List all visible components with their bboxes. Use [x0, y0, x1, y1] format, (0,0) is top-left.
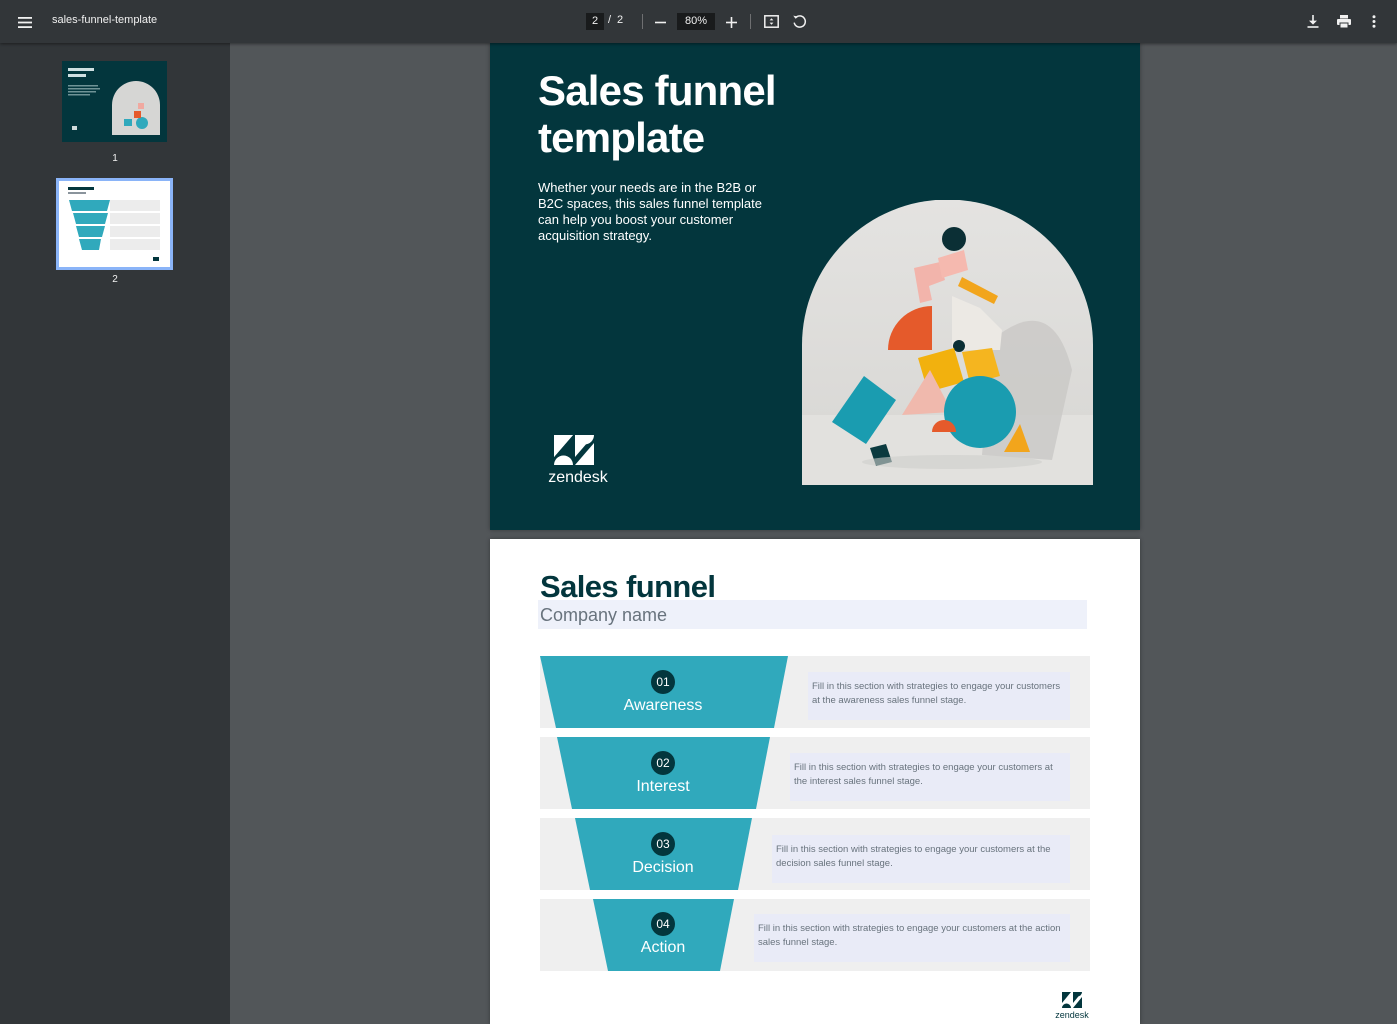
stage-description-field[interactable]: Fill in this section with strategies to … [808, 672, 1070, 720]
page-separator: / [608, 14, 612, 26]
download-icon[interactable] [1305, 13, 1321, 30]
stage-number-badge: 01 [651, 670, 675, 694]
cover-title: Sales funnel template [538, 67, 777, 161]
thumbnail-label-1: 1 [112, 153, 118, 164]
stage-description-field[interactable]: Fill in this section with strategies to … [772, 835, 1070, 883]
menu-icon[interactable] [12, 9, 38, 35]
print-icon[interactable] [1335, 13, 1352, 30]
zoom-input[interactable]: 80% [677, 13, 715, 30]
pdf-page-2: Sales funnel Company name 01 Awareness F… [490, 539, 1140, 1024]
company-name-field[interactable]: Company name [540, 605, 667, 626]
page-thumbnail-2[interactable] [56, 178, 173, 270]
toolbar-divider [750, 14, 751, 29]
rotate-icon[interactable] [791, 13, 808, 30]
stage-description-field[interactable]: Fill in this section with strategies to … [754, 914, 1070, 962]
stage-description-field[interactable]: Fill in this section with strategies to … [790, 753, 1070, 801]
zendesk-logo: zendesk [538, 433, 618, 489]
thumbnail-label-2: 2 [112, 274, 118, 285]
pdf-toolbar: sales-funnel-template 2 / 2 80% [0, 0, 1397, 43]
zendesk-logo: zendesk [1052, 991, 1092, 1023]
zendesk-logo-text: zendesk [1055, 1010, 1089, 1020]
cover-description: Whether your needs are in the B2B or B2C… [538, 180, 763, 243]
pdf-page-1: Sales funnel template Whether your needs… [490, 43, 1140, 530]
stage-name: Interest [636, 778, 690, 795]
page-number-input[interactable]: 2 [586, 13, 604, 30]
zoom-out-icon[interactable] [652, 14, 668, 30]
stage-name: Action [640, 939, 686, 956]
funnel-stage-shape [540, 656, 788, 728]
fit-page-icon[interactable] [763, 13, 780, 30]
zendesk-logo-icon [554, 435, 594, 465]
stage-name: Awareness [623, 697, 703, 714]
cover-title-line-2: template [538, 114, 705, 161]
cover-illustration [802, 200, 1093, 485]
stage-number-badge: 04 [651, 912, 675, 936]
more-options-icon[interactable] [1366, 13, 1382, 30]
stage-name: Decision [632, 859, 694, 876]
zendesk-logo-icon [1062, 992, 1082, 1008]
zoom-in-icon[interactable] [723, 14, 739, 30]
document-title: sales-funnel-template [52, 14, 158, 26]
stage-number-badge: 03 [651, 832, 675, 856]
stage-number-badge: 02 [651, 751, 675, 775]
toolbar-divider [642, 14, 643, 29]
thumbnail-sidebar: 1 2 [0, 43, 230, 1024]
cover-title-line-1: Sales funnel [538, 67, 777, 114]
zendesk-logo-text: zendesk [548, 469, 608, 486]
page-total: 2 [617, 14, 624, 26]
page-thumbnail-1[interactable] [62, 61, 167, 142]
